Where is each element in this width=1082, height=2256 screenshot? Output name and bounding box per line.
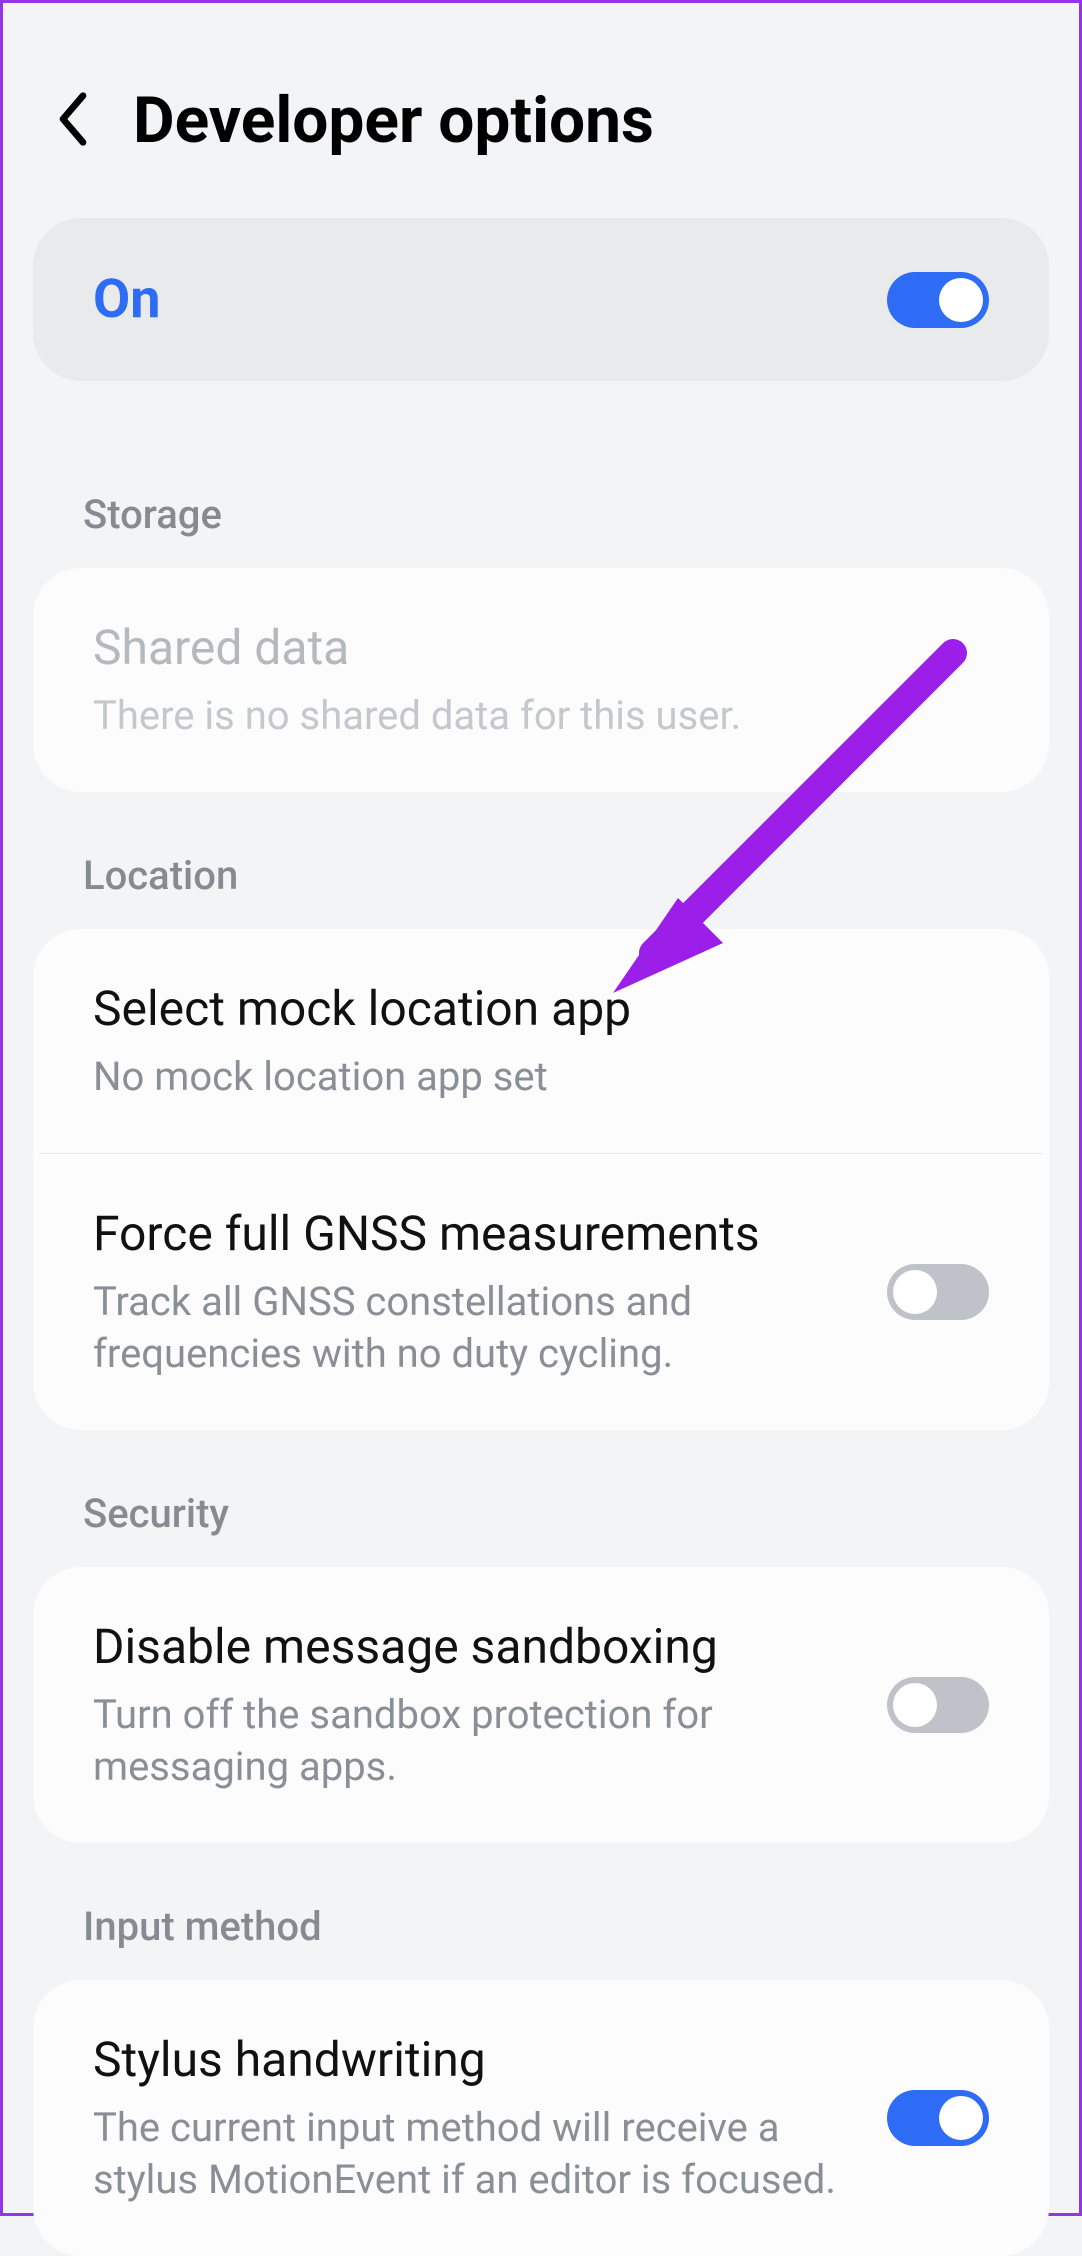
- annotation-arrow-icon: [583, 633, 983, 1013]
- row-sub: No mock location app set: [93, 1051, 989, 1103]
- page-title: Developer options: [133, 83, 654, 158]
- stylus-toggle[interactable]: [887, 2090, 989, 2146]
- row-stylus[interactable]: Stylus handwriting The current input met…: [33, 1980, 1049, 2256]
- row-sub: The current input method will receive a …: [93, 2102, 857, 2206]
- row-gnss[interactable]: Force full GNSS measurements Track all G…: [39, 1153, 1043, 1430]
- card-input: Stylus handwriting The current input met…: [33, 1980, 1049, 2256]
- gnss-toggle[interactable]: [887, 1264, 989, 1320]
- row-title: Disable message sandboxing: [93, 1617, 857, 1677]
- master-toggle-row[interactable]: On: [33, 218, 1049, 381]
- master-toggle-label: On: [93, 268, 161, 331]
- row-sub: Turn off the sandbox protection for mess…: [93, 1689, 857, 1793]
- row-title: Stylus handwriting: [93, 2030, 857, 2090]
- section-label-input: Input method: [33, 1873, 1049, 1980]
- section-label-security: Security: [33, 1460, 1049, 1567]
- master-toggle[interactable]: [887, 272, 989, 328]
- row-title: Force full GNSS measurements: [93, 1204, 857, 1264]
- card-security: Disable message sandboxing Turn off the …: [33, 1567, 1049, 1843]
- chevron-left-icon: [53, 89, 93, 149]
- sandbox-toggle[interactable]: [887, 1677, 989, 1733]
- section-label-storage: Storage: [33, 461, 1049, 568]
- back-button[interactable]: [53, 89, 93, 153]
- row-sandbox[interactable]: Disable message sandboxing Turn off the …: [33, 1567, 1049, 1843]
- row-sub: Track all GNSS constellations and freque…: [93, 1276, 857, 1380]
- page-header: Developer options: [33, 33, 1049, 218]
